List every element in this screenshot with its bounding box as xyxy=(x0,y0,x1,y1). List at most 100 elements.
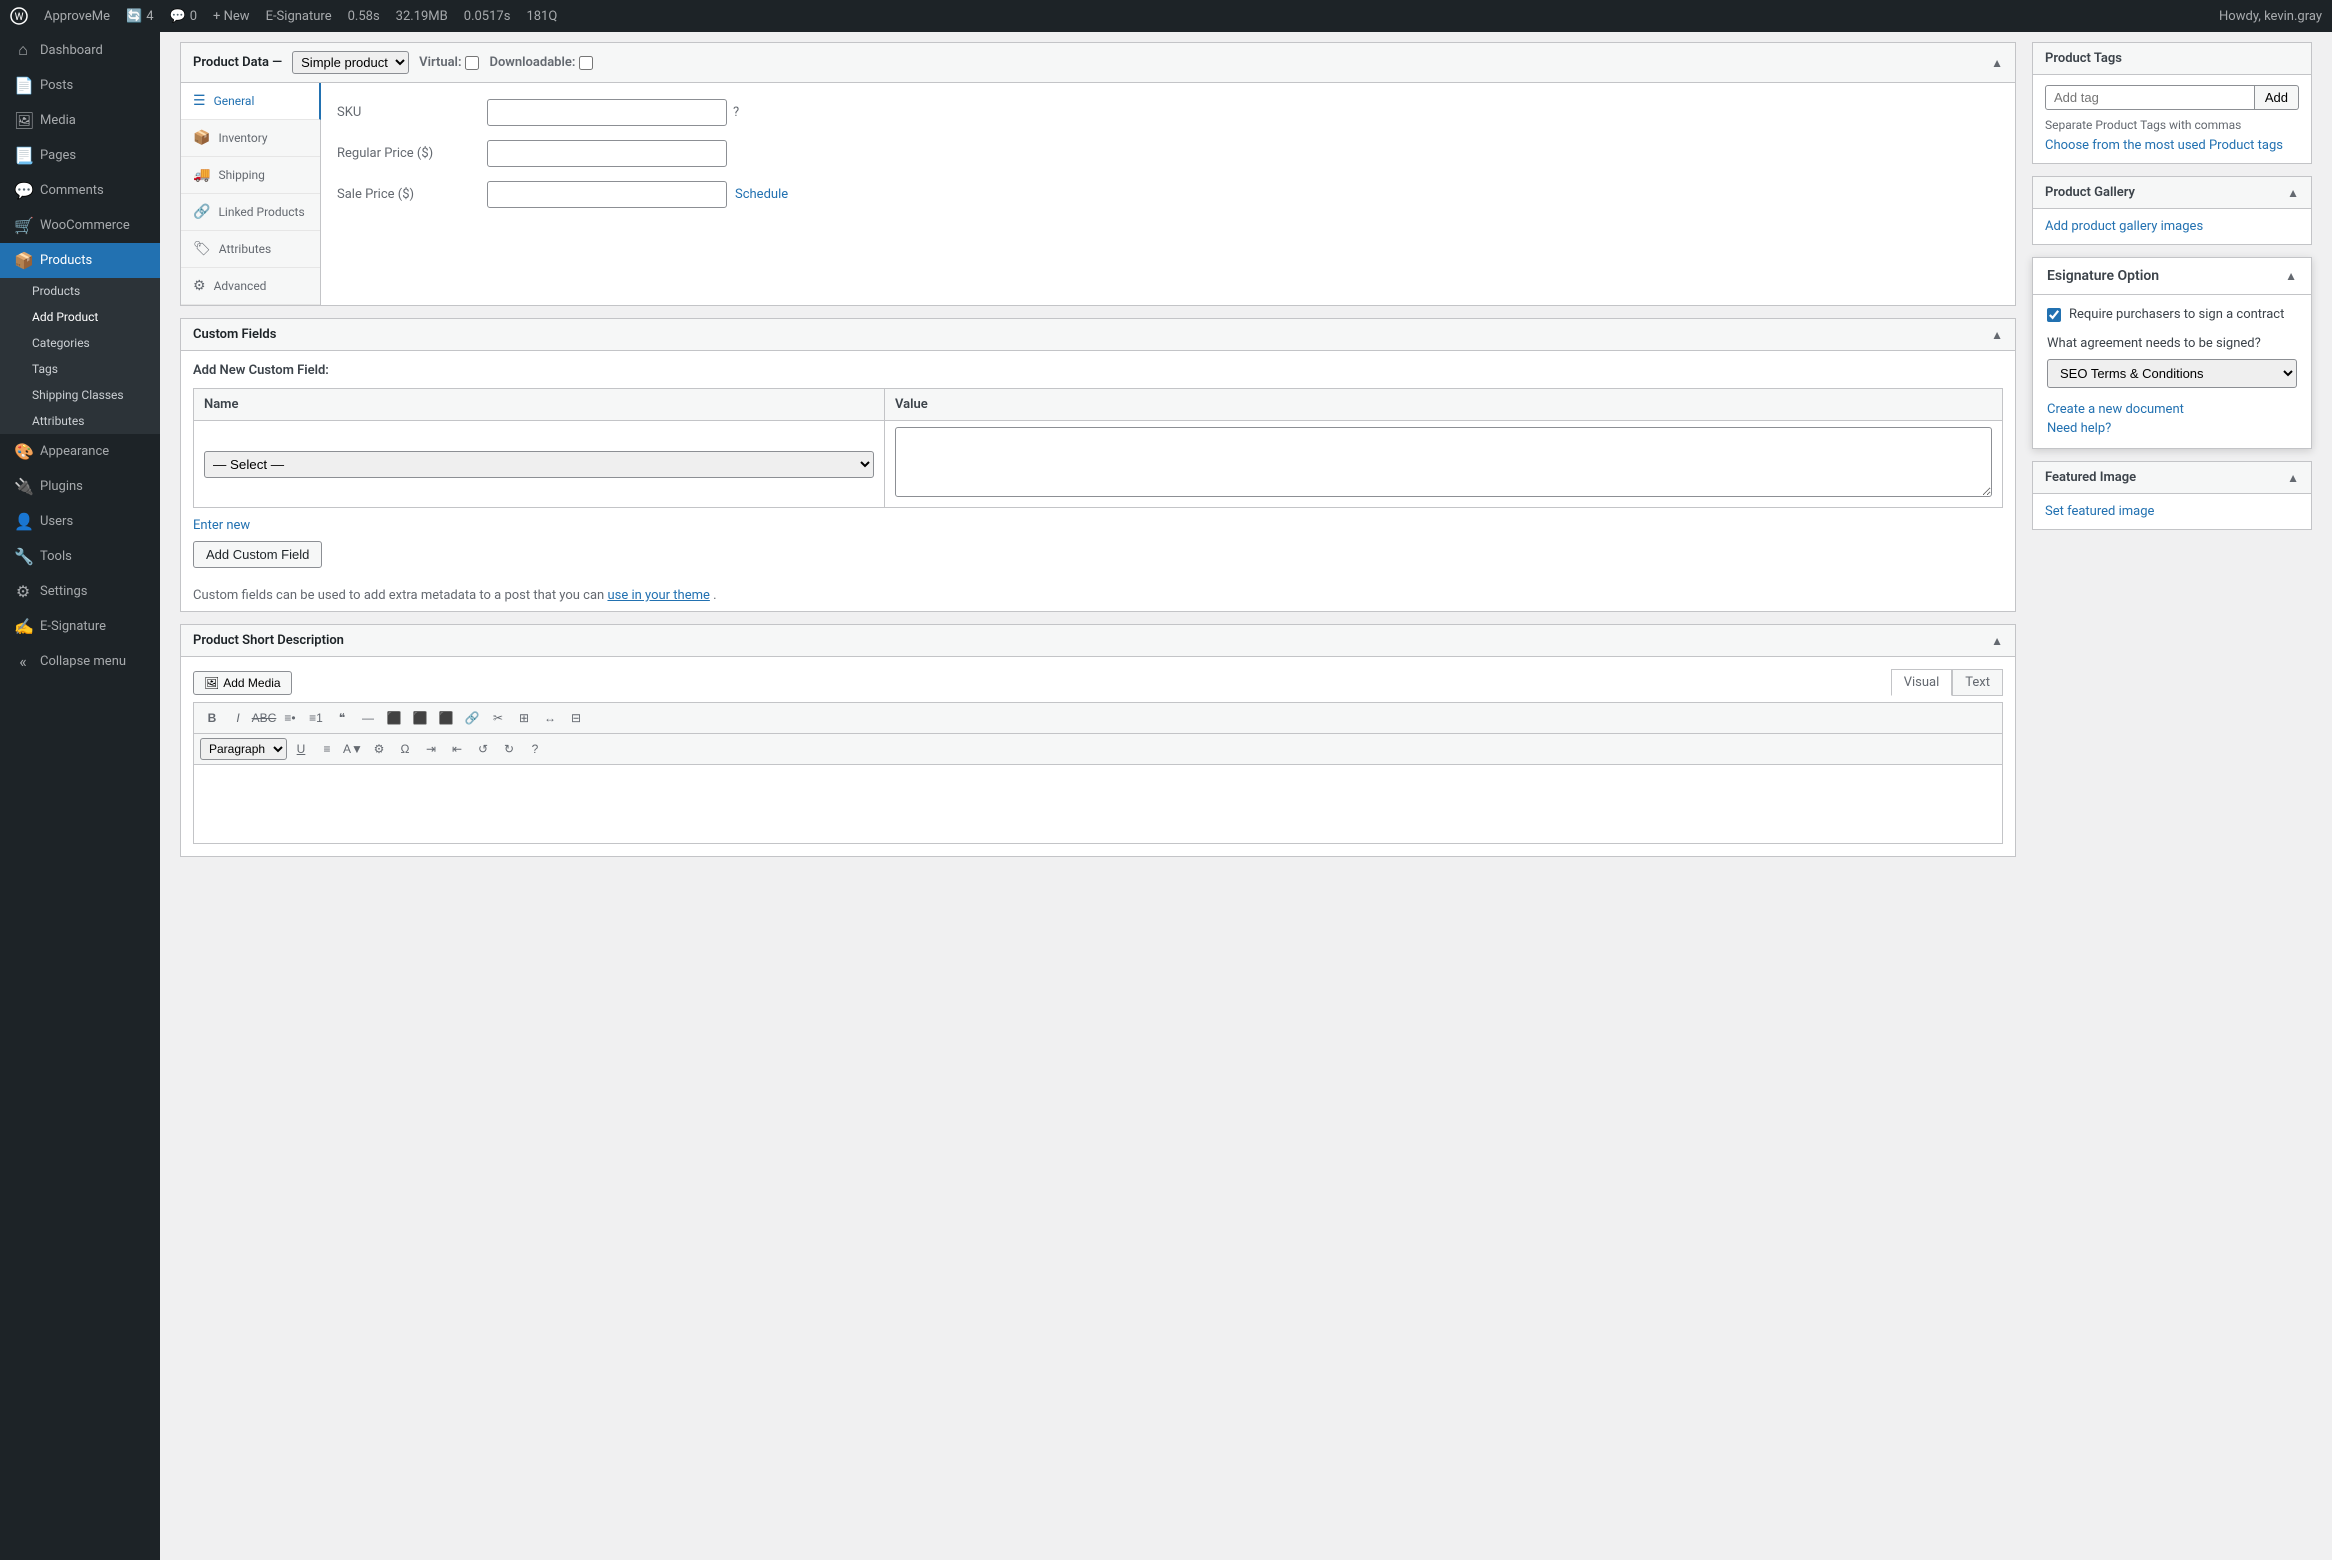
add-media-button[interactable]: 🖼 Add Media xyxy=(193,671,292,695)
tab-advanced[interactable]: ⚙ Advanced xyxy=(181,268,320,305)
sidebar-item-posts[interactable]: 📄 Posts xyxy=(0,68,160,103)
site-name[interactable]: ApproveMe xyxy=(44,9,110,24)
sidebar-item-tools[interactable]: 🔧 Tools xyxy=(0,539,160,574)
featured-image-collapse[interactable] xyxy=(2287,471,2299,485)
tab-linked-products[interactable]: 🔗 Linked Products xyxy=(181,194,320,231)
strikethrough-button[interactable]: ABC xyxy=(252,706,276,730)
featured-image-panel: Featured Image Set featured image xyxy=(2032,461,2312,530)
link-button[interactable]: 🔗 xyxy=(460,706,484,730)
sidebar-item-plugins[interactable]: 🔌 Plugins xyxy=(0,469,160,504)
sidebar-item-dashboard[interactable]: ⌂ Dashboard xyxy=(0,32,160,68)
add-gallery-images-link[interactable]: Add product gallery images xyxy=(2045,219,2203,234)
sidebar-collapse[interactable]: « Collapse menu xyxy=(0,644,160,679)
downloadable-checkbox[interactable] xyxy=(579,56,593,70)
product-gallery-collapse[interactable] xyxy=(2287,186,2299,200)
editor-tab-visual[interactable]: Visual xyxy=(1891,669,1953,696)
sidebar-item-appearance[interactable]: 🎨 Appearance xyxy=(0,434,160,469)
redo-button[interactable]: ↻ xyxy=(497,737,521,761)
choose-tags-link[interactable]: Choose from the most used Product tags xyxy=(2045,138,2283,153)
submenu-item-categories[interactable]: Categories xyxy=(0,330,160,356)
tab-inventory[interactable]: 📦 Inventory xyxy=(181,120,320,157)
submenu-item-tags[interactable]: Tags xyxy=(0,356,160,382)
paragraph-select[interactable]: Paragraph xyxy=(200,738,287,760)
unlink-button[interactable]: ✂ xyxy=(486,706,510,730)
submenu-item-add-product[interactable]: Add Product xyxy=(0,304,160,330)
plugins-icon: 🔌 xyxy=(14,477,32,496)
comments-badge[interactable]: 💬 0 xyxy=(170,9,198,24)
editor-area[interactable] xyxy=(193,764,2003,844)
tag-add-button[interactable]: Add xyxy=(2255,85,2299,110)
product-type-select[interactable]: Simple product xyxy=(292,51,409,74)
create-new-doc-link[interactable]: Create a new document xyxy=(2047,402,2297,417)
sale-price-input[interactable] xyxy=(487,181,727,208)
outdent-button[interactable]: ⇤ xyxy=(445,737,469,761)
undo-button[interactable]: ↺ xyxy=(471,737,495,761)
new-button[interactable]: + New xyxy=(213,9,250,24)
require-contract-row: Require purchasers to sign a contract xyxy=(2047,307,2297,322)
short-description-collapse[interactable] xyxy=(1991,634,2003,648)
align-right-button[interactable]: ⬛ xyxy=(434,706,458,730)
agreement-label: What agreement needs to be signed? xyxy=(2047,336,2297,351)
virtual-checkbox[interactable] xyxy=(465,56,479,70)
sidebar-item-woocommerce[interactable]: 🛒 WooCommerce xyxy=(0,208,160,243)
require-contract-checkbox[interactable] xyxy=(2047,308,2061,322)
italic-button[interactable]: I xyxy=(226,706,250,730)
add-custom-field-button[interactable]: Add Custom Field xyxy=(193,541,322,568)
insert-table-button[interactable]: ⊞ xyxy=(512,706,536,730)
sidebar-item-esignature[interactable]: ✍ E-Signature xyxy=(0,609,160,644)
justify-button[interactable]: ≡ xyxy=(315,737,339,761)
underline-button[interactable]: U xyxy=(289,737,313,761)
sidebar-item-comments[interactable]: 💬 Comments xyxy=(0,173,160,208)
need-help-link[interactable]: Need help? xyxy=(2047,421,2297,436)
sidebar-item-users[interactable]: 👤 Users xyxy=(0,504,160,539)
agreement-select[interactable]: SEO Terms & Conditions Privacy Policy Te… xyxy=(2047,359,2297,388)
sidebar-item-settings[interactable]: ⚙ Settings xyxy=(0,574,160,609)
editor-tab-text[interactable]: Text xyxy=(1952,669,2003,696)
kitchen-sink-button[interactable]: ⊟ xyxy=(564,706,588,730)
sidebar-item-pages[interactable]: 📃 Pages xyxy=(0,138,160,173)
blockquote-button[interactable]: ❝ xyxy=(330,706,354,730)
fullscreen-button[interactable]: ↔ xyxy=(538,706,562,730)
submenu-item-products[interactable]: Products xyxy=(0,278,160,304)
unordered-list-button[interactable]: ≡• xyxy=(278,706,302,730)
updates-badge[interactable]: 🔄 4 xyxy=(126,9,154,24)
sidebar-item-products[interactable]: 📦 Products xyxy=(0,243,160,278)
downloadable-field: Downloadable: xyxy=(489,55,593,70)
special-char-button[interactable]: Ω xyxy=(393,737,417,761)
hr-button[interactable]: — xyxy=(356,706,380,730)
users-icon: 👤 xyxy=(14,512,32,531)
tab-general[interactable]: ☰ General xyxy=(181,83,321,120)
regular-price-input[interactable] xyxy=(487,140,727,167)
schedule-link[interactable]: Schedule xyxy=(735,187,788,202)
align-left-button[interactable]: ⬛ xyxy=(382,706,406,730)
sidebar-item-media[interactable]: 🖼 Media xyxy=(0,103,160,138)
indent-button[interactable]: ⇥ xyxy=(419,737,443,761)
bold-button[interactable]: B xyxy=(200,706,224,730)
custom-field-name-select[interactable]: — Select — xyxy=(204,451,874,478)
custom-field-value-textarea[interactable] xyxy=(895,427,1992,497)
set-featured-image-link[interactable]: Set featured image xyxy=(2045,504,2154,519)
woocommerce-icon: 🛒 xyxy=(14,216,32,235)
align-center-button[interactable]: ⬛ xyxy=(408,706,432,730)
tab-shipping[interactable]: 🚚 Shipping xyxy=(181,157,320,194)
add-media-icon: 🖼 xyxy=(204,676,219,690)
paste-word-button[interactable]: ⚙ xyxy=(367,737,391,761)
text-color-button[interactable]: A▼ xyxy=(341,737,365,761)
ordered-list-button[interactable]: ≡1 xyxy=(304,706,328,730)
submenu-item-attributes[interactable]: Attributes xyxy=(0,408,160,434)
sku-help[interactable]: ? xyxy=(733,105,739,120)
product-data-collapse[interactable] xyxy=(1991,56,2003,70)
custom-fields-body: Add New Custom Field: Name Value xyxy=(181,351,2015,580)
user-greeting[interactable]: Howdy, kevin.gray xyxy=(2219,9,2322,24)
tab-attributes[interactable]: 🏷 Attributes xyxy=(181,231,320,268)
tag-input[interactable] xyxy=(2045,85,2255,110)
wp-logo[interactable]: W xyxy=(10,7,28,25)
help-button[interactable]: ? xyxy=(523,737,547,761)
submenu-item-shipping-classes[interactable]: Shipping Classes xyxy=(0,382,160,408)
esignature-collapse[interactable] xyxy=(2285,269,2297,283)
custom-field-row: — Select — xyxy=(194,421,2003,508)
custom-fields-collapse[interactable] xyxy=(1991,328,2003,342)
sku-input[interactable] xyxy=(487,99,727,126)
use-in-theme-link[interactable]: use in your theme xyxy=(607,588,709,603)
enter-new-link[interactable]: Enter new xyxy=(193,518,2003,533)
